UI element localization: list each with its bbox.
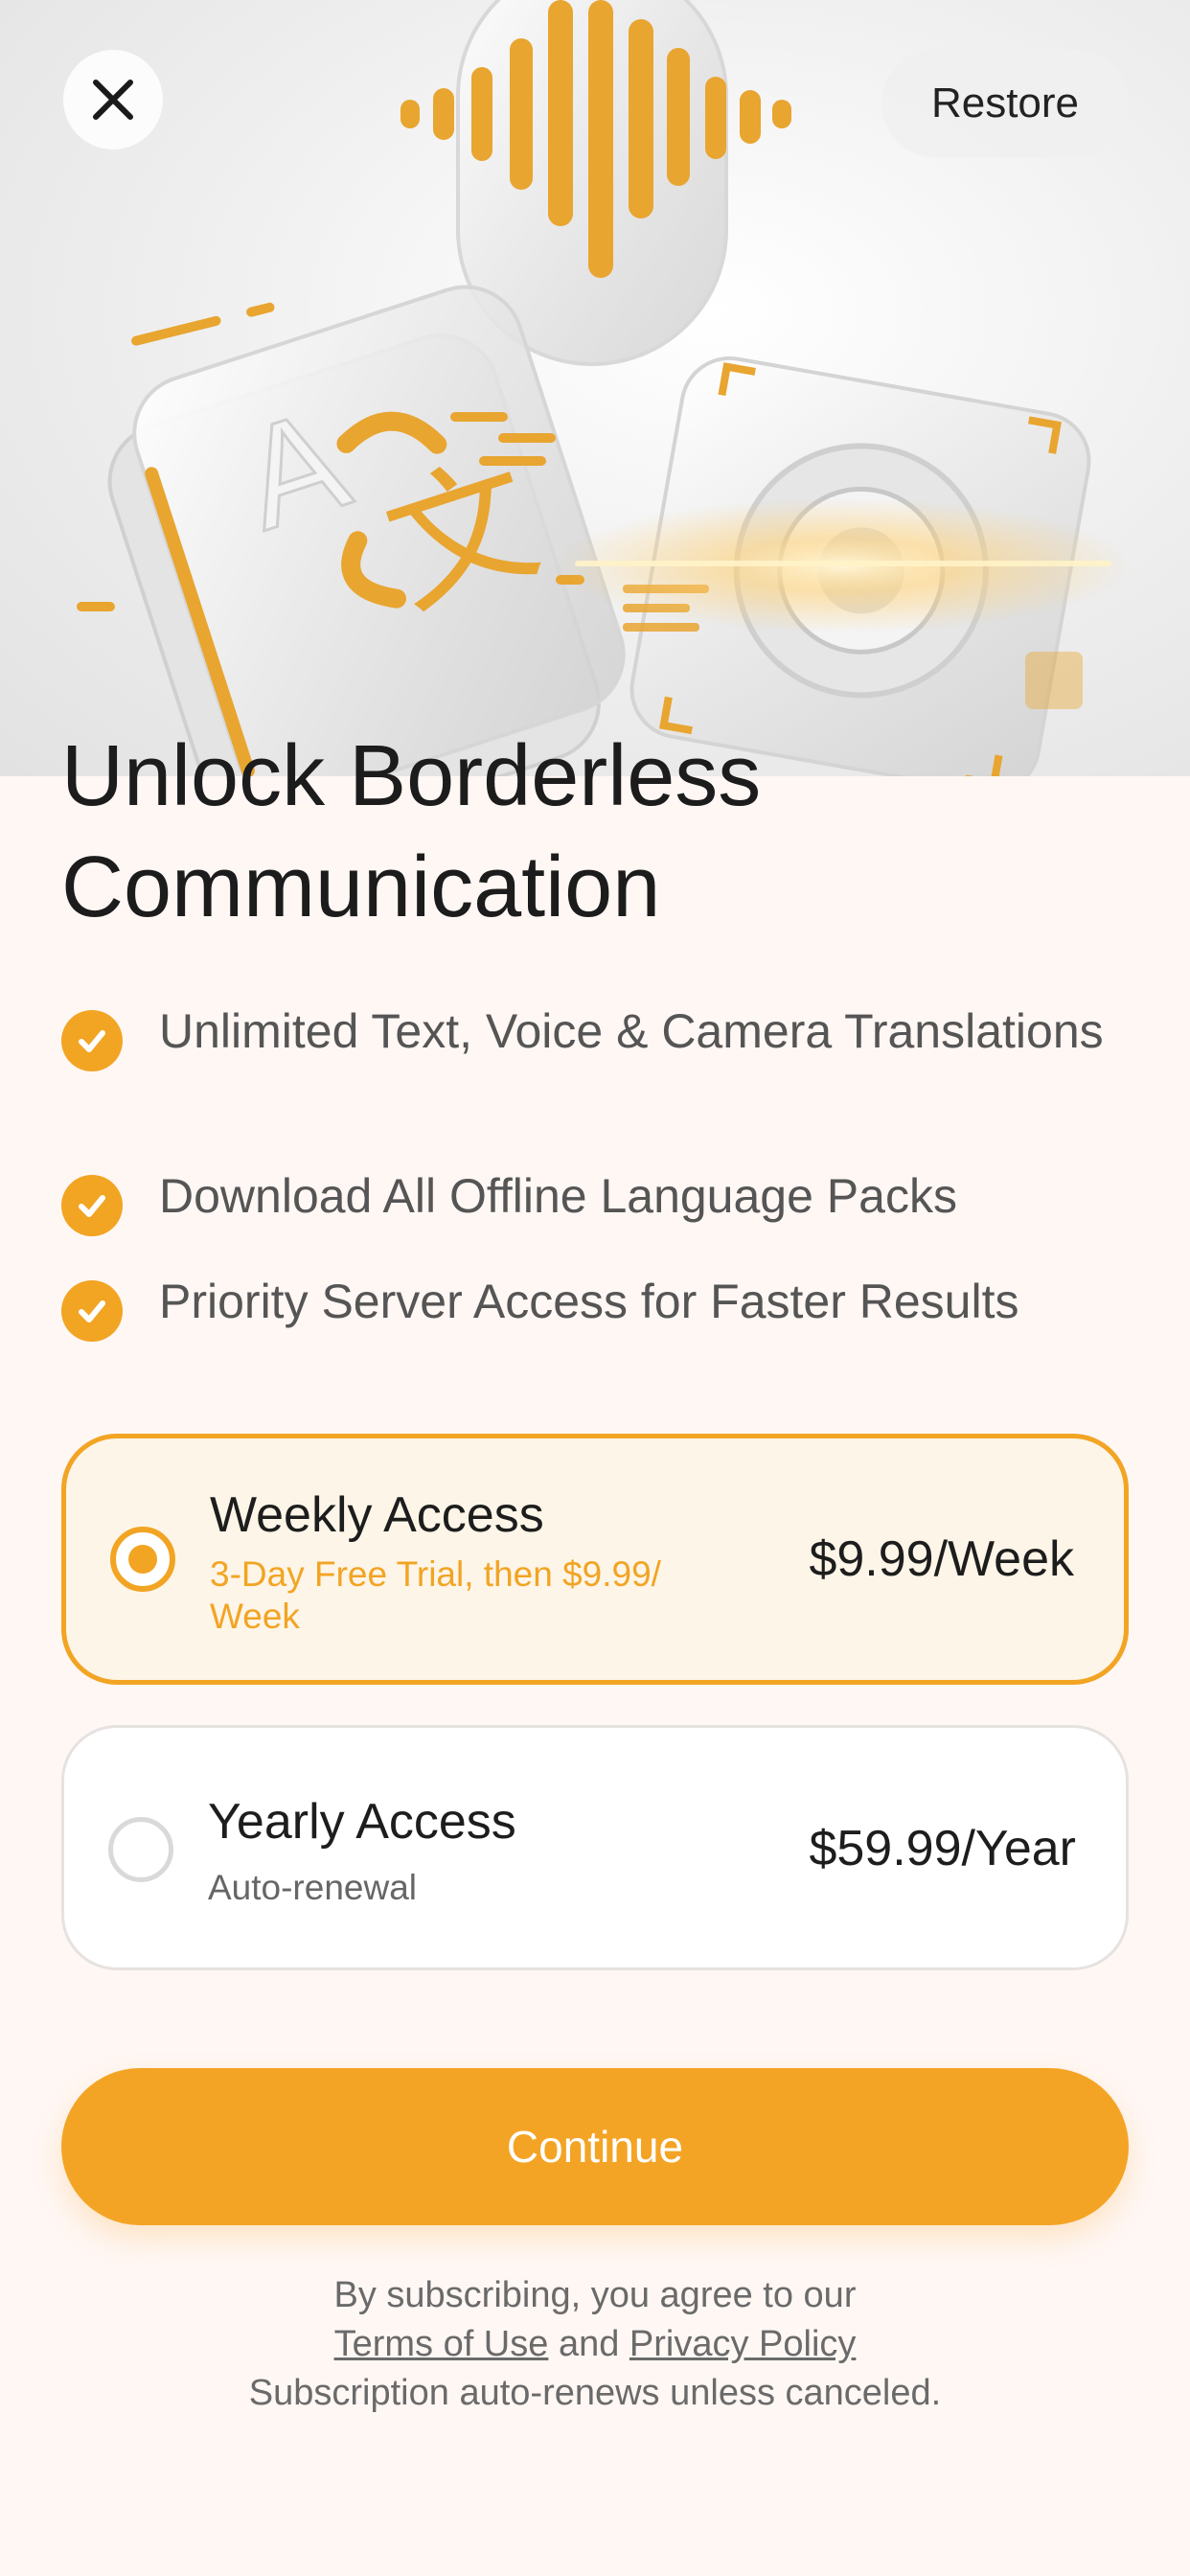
close-button[interactable] <box>63 50 163 150</box>
legal-line-1: By subscribing, you agree to our <box>333 2275 857 2315</box>
restore-label: Restore <box>930 80 1080 126</box>
check-circle-icon <box>61 1175 123 1236</box>
check-circle-icon <box>61 1280 123 1342</box>
radio-unselected[interactable] <box>108 1817 173 1882</box>
legal-and: and <box>558 2324 620 2364</box>
legal-line-2: Terms of Use and Privacy Policy <box>0 2320 1190 2369</box>
title-line-2: Communication <box>61 840 661 935</box>
feature-text: Priority Server Access for Faster Result… <box>159 1275 1019 1328</box>
feature-text: Download All Offline Language Packs <box>159 1169 957 1223</box>
check-circle-icon <box>61 1010 123 1071</box>
legal-text: By subscribing, you agree to our Terms o… <box>0 2271 1190 2418</box>
page-title: Unlock Borderless Communication <box>61 721 1115 943</box>
close-icon <box>93 80 133 120</box>
continue-button[interactable]: Continue <box>61 2068 1129 2225</box>
plan-option-yearly[interactable]: Yearly Access Auto-renewal $59.99/Year <box>61 1725 1129 1970</box>
privacy-link[interactable]: Privacy Policy <box>629 2324 857 2364</box>
feature-item: Unlimited Text, Voice & Camera Translati… <box>61 997 1104 1071</box>
legal-line-3: Subscription auto-renews unless canceled… <box>248 2373 942 2413</box>
continue-label: Continue <box>506 2122 684 2172</box>
feature-item: Priority Server Access for Faster Result… <box>61 1267 1019 1342</box>
plan-name: Yearly Access <box>208 1794 516 1850</box>
plan-name: Weekly Access <box>210 1487 544 1543</box>
plan-price: $9.99/Week <box>809 1531 1074 1587</box>
feature-text: Unlimited Text, Voice & Camera Translati… <box>159 1004 1104 1058</box>
title-line-1: Unlock Borderless <box>61 728 762 824</box>
plan-price: $59.99/Year <box>809 1821 1076 1876</box>
terms-link[interactable]: Terms of Use <box>334 2324 549 2364</box>
plan-subtitle: Auto-renewal <box>208 1868 418 1907</box>
restore-button[interactable]: Restore <box>881 50 1129 157</box>
plan-option-weekly[interactable]: Weekly Access 3-Day Free Trial, then $9.… <box>61 1434 1129 1685</box>
feature-item: Download All Offline Language Packs <box>61 1162 957 1236</box>
plan-subtitle: 3-Day Free Trial, then $9.99/ Week <box>210 1554 661 1636</box>
radio-selected[interactable] <box>110 1527 175 1592</box>
